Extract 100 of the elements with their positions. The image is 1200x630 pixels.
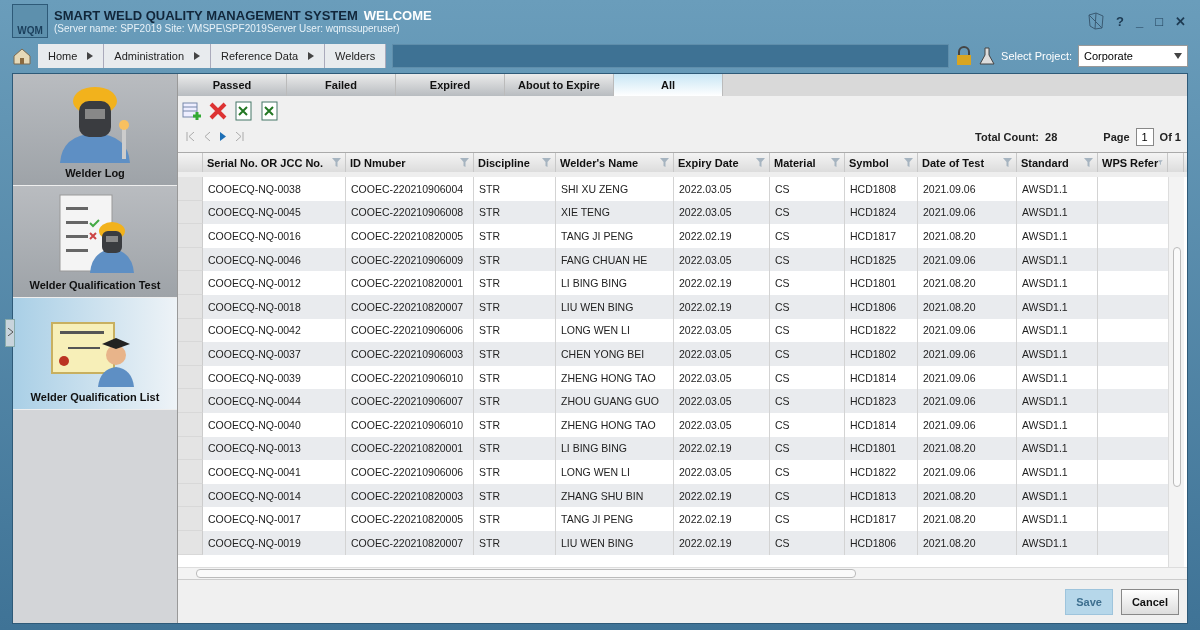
filter-icon[interactable] [1084,158,1093,167]
table-cell: 2021.08.20 [918,530,1017,555]
table-cell: 2021.08.20 [918,507,1017,531]
row-selector[interactable] [178,271,203,295]
table-cell: COOECQ-NQ-0017 [203,507,346,531]
sidebar-item[interactable]: Welder Log [13,74,177,186]
server-info: (Server name: SPF2019 Site: VMSPE\SPF2019Server User: wqmssuperuser) [54,23,401,34]
add-row-icon[interactable] [182,101,202,121]
table-cell: COOEC-220210906003 [346,342,474,366]
next-page-button[interactable] [218,131,228,143]
filter-icon[interactable] [542,158,551,167]
total-count-label: Total Count: [975,131,1040,143]
column-header[interactable]: WPS Refer [1098,153,1168,172]
table-cell: 2022.03.05 [674,460,770,484]
table-cell: 2022.02.19 [674,271,770,295]
panel-toggle-button[interactable] [5,319,15,347]
row-selector[interactable] [178,530,203,555]
caret-icon [87,52,94,60]
breadcrumb-item[interactable]: Administration [104,44,212,68]
filter-icon[interactable] [831,158,840,167]
row-selector[interactable] [178,412,203,437]
column-header[interactable]: Date of Test [918,153,1017,172]
row-selector[interactable] [178,224,203,248]
window-control-button[interactable]: ? [1113,13,1126,29]
spreadsheet-icon[interactable] [234,101,254,121]
table-cell: 2022.02.19 [674,530,770,555]
row-selector[interactable] [178,318,203,343]
table-cell: HCD1801 [845,271,918,295]
table-cell: HCD1817 [845,507,918,531]
app-logo: WQM [12,4,48,38]
row-selector[interactable] [178,177,203,201]
tab[interactable]: Failed [287,74,396,96]
row-selector[interactable] [178,247,203,272]
tab[interactable]: All [614,74,723,96]
row-selector[interactable] [178,507,203,531]
row-selector[interactable] [178,460,203,484]
table-cell: COOEC-220210906006 [346,460,474,484]
sidebar-item[interactable]: Welder Qualification List [13,298,177,410]
filter-icon[interactable] [1003,158,1012,167]
table-cell: AWSD1.1 [1017,460,1098,484]
row-selector[interactable] [178,389,203,413]
breadcrumb-item[interactable]: Reference Data [211,44,326,68]
filter-icon[interactable] [332,158,341,167]
previous-page-button[interactable] [202,131,212,143]
row-selector[interactable] [178,342,203,366]
table-cell: CS [770,177,845,201]
column-header[interactable]: Material [770,153,845,172]
scrollbar-thumb[interactable] [1172,247,1181,487]
table-cell: AWSD1.1 [1017,177,1098,201]
cancel-button[interactable]: Cancel [1120,588,1179,615]
tab[interactable]: Passed [178,74,287,96]
row-selector[interactable] [178,200,203,225]
table-cell: AWSD1.1 [1017,294,1098,319]
scrollbar-thumb[interactable] [196,569,856,578]
last-page-button[interactable] [234,131,246,143]
flask-icon[interactable] [979,46,996,66]
row-selector[interactable] [178,436,203,461]
table-cell: 2021.09.06 [918,389,1017,413]
column-header[interactable]: Standard [1017,153,1098,172]
column-header[interactable]: Symbol [845,153,918,172]
table-cell: 2021.08.20 [918,271,1017,295]
breadcrumb-item[interactable]: Home [38,44,105,68]
table-cell: STR [474,460,556,484]
table-cell: LIU WEN BING [556,530,674,555]
padlock-icon[interactable] [955,46,974,66]
table-cell: COOECQ-NQ-0044 [203,389,346,413]
tab[interactable]: About to Expire [505,74,614,96]
first-page-button[interactable] [184,131,196,143]
column-header[interactable]: Welder's Name [556,153,674,172]
breadcrumb-item[interactable]: Welders [325,44,387,68]
table-cell: AWSD1.1 [1017,389,1098,413]
project-dropdown[interactable]: Corporate [1078,45,1188,67]
delete-icon[interactable] [208,101,228,121]
row-selector[interactable] [178,294,203,319]
table-cell: STR [474,294,556,319]
table-cell: COOECQ-NQ-0019 [203,530,346,555]
logo-mark-icon [1085,11,1106,31]
column-header[interactable]: Discipline [474,153,556,172]
table-cell: COOECQ-NQ-0038 [203,177,346,201]
page-field[interactable]: 1 [1135,128,1154,146]
filter-icon[interactable] [460,158,469,167]
sidebar-item[interactable]: Welder Qualification Test [13,186,177,298]
window-control-button[interactable]: □ [1153,13,1165,29]
table-cell: AWSD1.1 [1017,530,1098,555]
window-control-button[interactable]: ✕ [1173,13,1188,29]
row-selector[interactable] [178,483,203,508]
filter-icon[interactable] [660,158,669,167]
home-icon[interactable] [12,46,32,66]
filter-icon[interactable] [1158,158,1163,167]
filter-icon[interactable] [904,158,913,167]
app-title: SMART WELD QUALITY MANAGEMENT SYSTEM [54,8,358,23]
table-cell: COOEC-220210906004 [346,177,474,201]
spreadsheet-icon[interactable] [260,101,280,121]
tab[interactable]: Expired [396,74,505,96]
column-header[interactable]: ID Nmuber [346,153,474,172]
column-header[interactable]: Expiry Date [674,153,770,172]
row-selector[interactable] [178,365,203,390]
filter-icon[interactable] [756,158,765,167]
column-header[interactable]: Serial No. OR JCC No. [203,153,346,172]
window-control-button[interactable]: _ [1133,13,1146,29]
